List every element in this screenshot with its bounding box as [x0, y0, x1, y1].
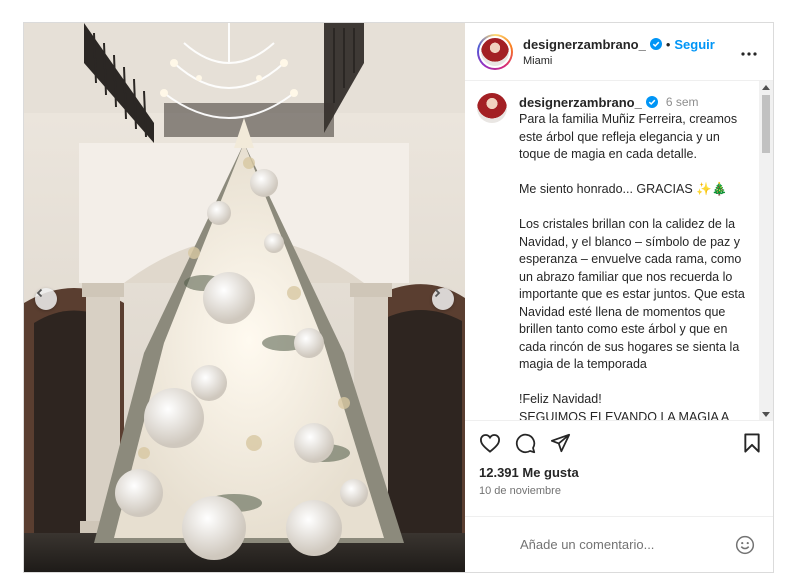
share-button[interactable]	[550, 433, 571, 453]
more-options-button[interactable]	[741, 43, 757, 61]
heart-icon	[479, 434, 501, 453]
scroll-thumb[interactable]	[762, 95, 770, 153]
comment-icon	[515, 433, 536, 453]
bookmark-icon	[744, 433, 760, 453]
caption-time[interactable]: 6 sem	[666, 95, 699, 109]
scroll-up-arrow[interactable]	[762, 85, 770, 90]
chevron-left-icon	[36, 288, 43, 298]
post-side-panel: designerzambrano_ • Seguir Miami designe…	[465, 23, 773, 572]
follow-button[interactable]: Seguir	[674, 37, 714, 52]
share-icon	[550, 433, 571, 453]
comment-button[interactable]	[515, 433, 536, 454]
next-photo-button[interactable]	[432, 288, 454, 310]
post-date[interactable]: 10 de noviembre	[465, 483, 773, 497]
verified-badge-icon	[645, 96, 658, 108]
username-link[interactable]: designerzambrano_	[523, 37, 646, 52]
emoji-icon	[735, 535, 755, 554]
post-dialog: designerzambrano_ • Seguir Miami designe…	[23, 22, 774, 573]
likes-count[interactable]: 12.391 Me gusta	[465, 465, 773, 483]
emoji-button[interactable]	[735, 535, 755, 555]
verified-badge-icon	[649, 38, 662, 50]
avatar[interactable]	[477, 33, 513, 70]
action-bar	[465, 421, 773, 465]
save-button[interactable]	[743, 433, 761, 453]
like-button[interactable]	[479, 433, 501, 453]
separator-dot: •	[665, 36, 671, 52]
caption-username-link[interactable]: designerzambrano_	[519, 95, 642, 110]
avatar-image	[479, 35, 511, 68]
caption: designerzambrano_ 6 sem Para la familia …	[477, 93, 747, 421]
comment-box	[465, 516, 773, 572]
caption-text: Para la familia Muñiz Ferreira, creamos …	[519, 112, 745, 421]
location-link[interactable]: Miami	[523, 55, 715, 67]
scroll-down-arrow[interactable]	[762, 412, 770, 417]
post-header: designerzambrano_ • Seguir Miami	[465, 23, 773, 81]
post-media[interactable]	[24, 23, 465, 572]
comments-scrollbar[interactable]	[759, 81, 773, 420]
caption-avatar[interactable]	[477, 93, 507, 123]
chevron-right-icon	[434, 288, 441, 298]
more-horizontal-icon	[741, 52, 757, 56]
comment-input[interactable]	[520, 537, 735, 552]
comments-area[interactable]: designerzambrano_ 6 sem Para la familia …	[465, 81, 773, 421]
previous-photo-button[interactable]	[35, 288, 57, 310]
christmas-tree-photo	[24, 23, 465, 572]
